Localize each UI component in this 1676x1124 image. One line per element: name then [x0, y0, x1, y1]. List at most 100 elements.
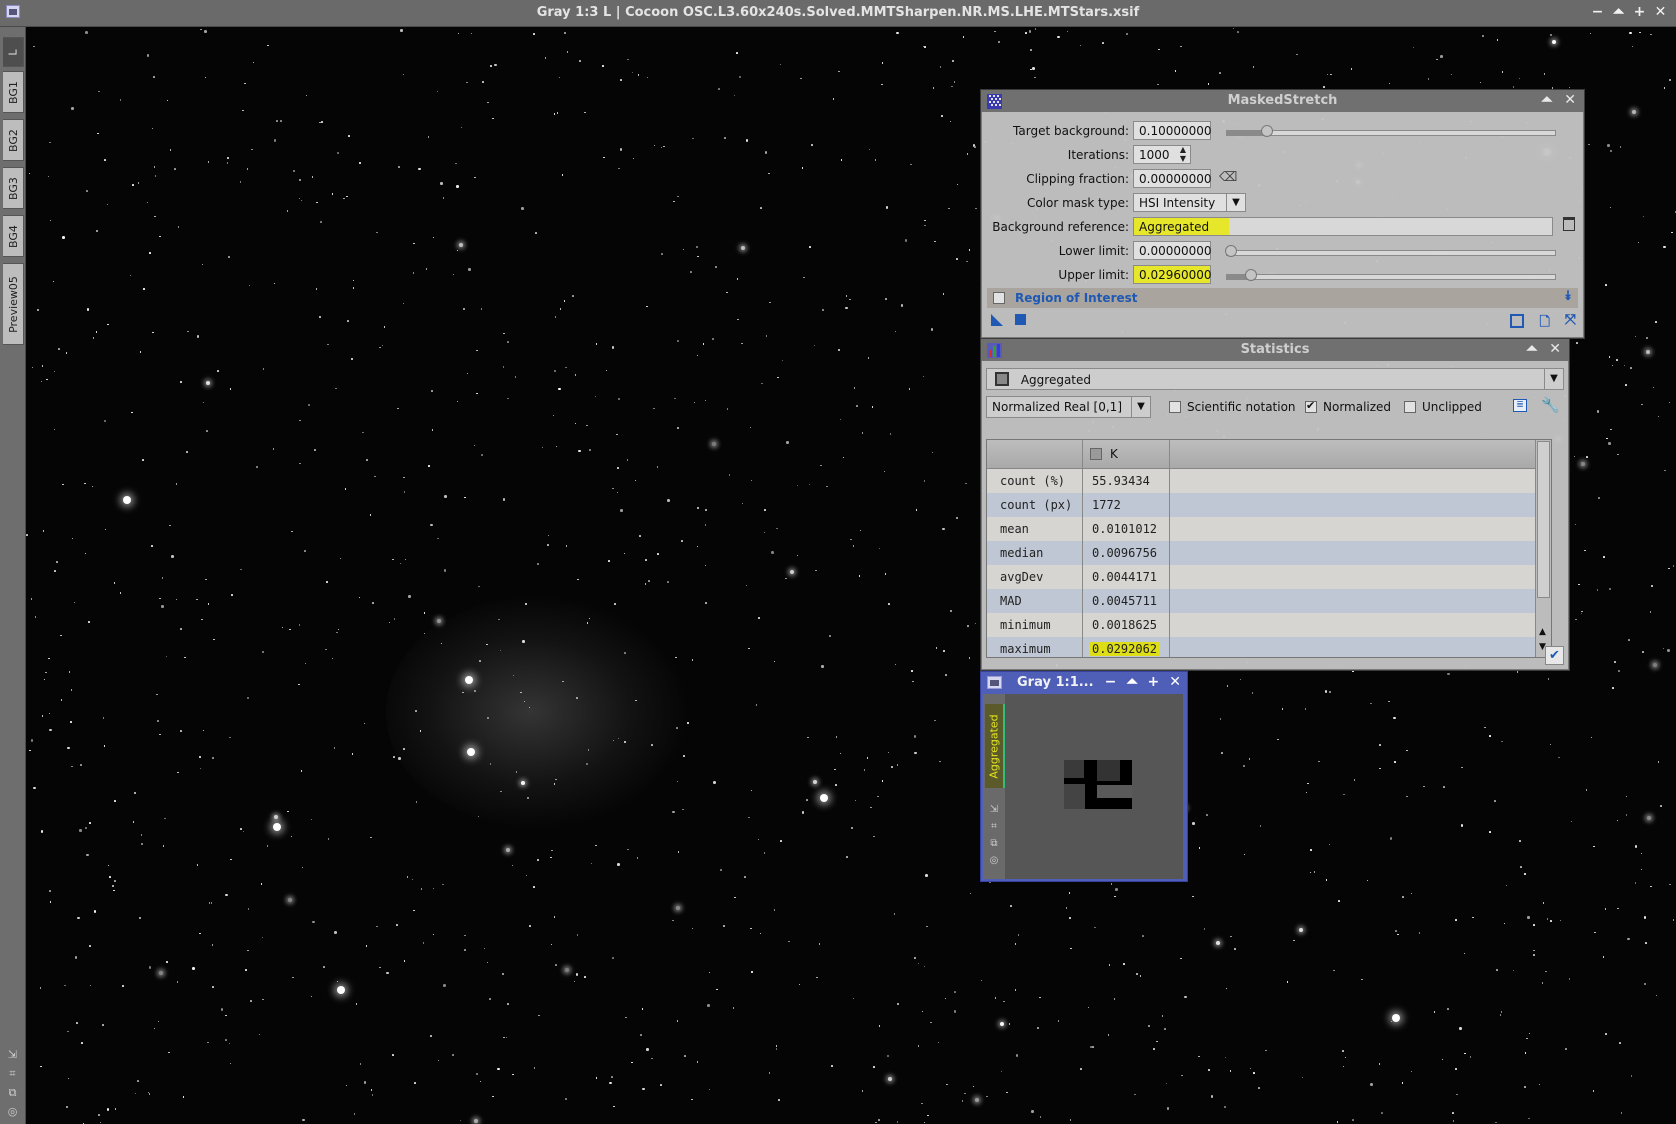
table-row[interactable]: count (px) 1772 [987, 493, 1535, 517]
color-mask-type-select[interactable]: HSI Intensity ▼ [1133, 193, 1246, 212]
expand-icon[interactable]: ⯯ [1564, 289, 1572, 304]
slider-knob[interactable] [1244, 269, 1257, 281]
star [133, 791, 137, 795]
star [289, 628, 291, 631]
table-row[interactable]: median 0.0096756 [987, 541, 1535, 565]
maximize-button[interactable]: + [1148, 674, 1160, 690]
chevron-down-icon[interactable]: ▼ [1544, 369, 1563, 389]
shade-button[interactable]: ⏶ [1541, 92, 1552, 108]
image-window-icon[interactable] [987, 676, 1002, 689]
close-button[interactable]: ✕ [1169, 674, 1181, 690]
close-button[interactable]: ✕ [1549, 341, 1561, 357]
scrollbar-thumb[interactable] [1537, 441, 1550, 598]
shade-button[interactable]: ⏶ [1526, 341, 1537, 357]
star [550, 943, 553, 946]
star [1378, 1063, 1381, 1065]
fit-view-icon[interactable]: ⇲ [988, 804, 1000, 816]
normalized-checkbox[interactable] [1305, 399, 1317, 413]
roi-checkbox[interactable] [993, 292, 1005, 304]
scroll-up-icon[interactable]: ▲ [1539, 627, 1546, 637]
view-tab-l[interactable]: L [3, 37, 24, 67]
minimize-button[interactable]: − [1105, 674, 1117, 690]
table-row[interactable]: avgDev 0.0044171 [987, 565, 1535, 589]
star [252, 61, 255, 64]
shade-button[interactable]: ⏶ [1611, 4, 1626, 20]
format-select[interactable]: Normalized Real [0,1] ▼ [986, 396, 1151, 418]
shade-button[interactable]: ⏶ [1126, 674, 1137, 690]
star [379, 346, 381, 349]
table-row[interactable]: MAD 0.0045711 [987, 589, 1535, 613]
star [878, 547, 881, 550]
wrench-icon[interactable]: 🔧 [1541, 396, 1560, 414]
upper-limit-slider[interactable] [1226, 269, 1556, 281]
slider-knob[interactable] [1225, 245, 1237, 257]
star [154, 215, 156, 218]
statistics-titlebar[interactable]: Statistics ⏶ ✕ [981, 339, 1569, 361]
star [1549, 743, 1552, 746]
channel-k-checkbox[interactable] [1090, 448, 1102, 460]
table-row[interactable]: maximum 0.0292062 [987, 637, 1535, 657]
mask-icon[interactable]: ◎ [988, 855, 1000, 867]
preview-canvas[interactable]: Aggregated ⇲ ⌗ ⧉ ◎ [983, 694, 1183, 879]
clipping-fraction-input[interactable]: 0.00000000 [1133, 169, 1212, 188]
table-row[interactable]: minimum 0.0018625 [987, 613, 1535, 637]
maximize-button[interactable]: + [1632, 4, 1647, 20]
lower-limit-input[interactable]: 0.00000000 [1133, 241, 1212, 260]
scientific-notation-checkbox[interactable] [1169, 401, 1181, 413]
star [547, 544, 549, 546]
apply-global-icon[interactable] [991, 314, 1003, 326]
star [945, 674, 947, 676]
lower-limit-slider[interactable] [1225, 245, 1556, 257]
collapse-icon[interactable]: ⤧ [1565, 312, 1576, 328]
view-select[interactable]: Aggregated ▼ [986, 368, 1564, 390]
table-row[interactable]: count (%) 55.93434 [987, 469, 1535, 493]
star [696, 1061, 699, 1063]
copy-to-clipboard-icon[interactable]: ≣ [1513, 399, 1527, 412]
preview-window-titlebar[interactable]: Gray 1:1... − ⏶ + ✕ [981, 672, 1187, 694]
iterations-spinner[interactable]: ▲ ▼ [1177, 145, 1189, 164]
close-button[interactable]: ✕ [1564, 92, 1576, 108]
star [146, 201, 149, 204]
star [363, 1081, 367, 1084]
star [1469, 1056, 1472, 1058]
clone-view-icon[interactable]: ⧉ [988, 838, 1000, 850]
star [156, 693, 158, 696]
star [777, 376, 779, 379]
view-tab-bg3[interactable]: BG3 [3, 167, 24, 209]
mask-icon[interactable]: ◎ [6, 1105, 19, 1118]
unclipped-checkbox[interactable] [1404, 401, 1416, 413]
view-tab-bg1[interactable]: BG1 [3, 71, 24, 113]
preview-tab-aggregated[interactable]: Aggregated [985, 704, 1005, 788]
background-reference-input[interactable]: Aggregated [1133, 217, 1553, 236]
main-window-titlebar[interactable]: Gray 1:3 L | Cocoon OSC.L3.60x240s.Solve… [0, 0, 1676, 27]
reset-icon[interactable]: 🗋 [1540, 313, 1550, 335]
apply-instance-icon[interactable] [1015, 314, 1026, 325]
clone-view-icon[interactable]: ⧉ [6, 1086, 19, 1099]
upper-limit-input[interactable]: 0.02960000 [1133, 265, 1212, 284]
close-button[interactable]: ✕ [1653, 4, 1668, 20]
table-row[interactable]: mean 0.0101012 [987, 517, 1535, 541]
slider-knob[interactable] [1261, 125, 1274, 137]
view-tab-bg4[interactable]: BG4 [3, 215, 24, 257]
zoom-to-fit-icon[interactable]: ⌗ [6, 1067, 19, 1080]
clear-icon[interactable]: ⌫ [1219, 170, 1237, 185]
zoom-to-fit-icon[interactable]: ⌗ [988, 821, 1000, 833]
minimize-button[interactable]: − [1590, 4, 1605, 20]
masked-stretch-titlebar[interactable]: MaskedStretch ⏶ ✕ [981, 90, 1584, 112]
star [702, 343, 705, 345]
star [1634, 335, 1637, 338]
track-view-checkmark-button[interactable]: ✔ [1545, 646, 1564, 665]
roi-label[interactable]: Region of Interest [1015, 291, 1138, 305]
fit-view-icon[interactable]: ⇲ [6, 1048, 19, 1061]
table-scrollbar[interactable]: ▲ ▼ [1535, 440, 1551, 657]
browse-doc-icon[interactable] [1510, 314, 1524, 328]
target-background-slider[interactable] [1226, 125, 1556, 137]
view-tab-bg2[interactable]: BG2 [3, 119, 24, 161]
chevron-down-icon[interactable]: ▼ [1226, 193, 1245, 212]
chevron-down-icon[interactable]: ▼ [1131, 397, 1150, 417]
region-of-interest-section[interactable]: Region of Interest ⯯ [987, 288, 1578, 308]
select-view-icon[interactable] [1563, 217, 1575, 231]
target-background-input[interactable]: 0.10000000 [1133, 121, 1212, 140]
view-tab-preview05[interactable]: Preview05 [3, 263, 24, 345]
star [1634, 845, 1638, 848]
